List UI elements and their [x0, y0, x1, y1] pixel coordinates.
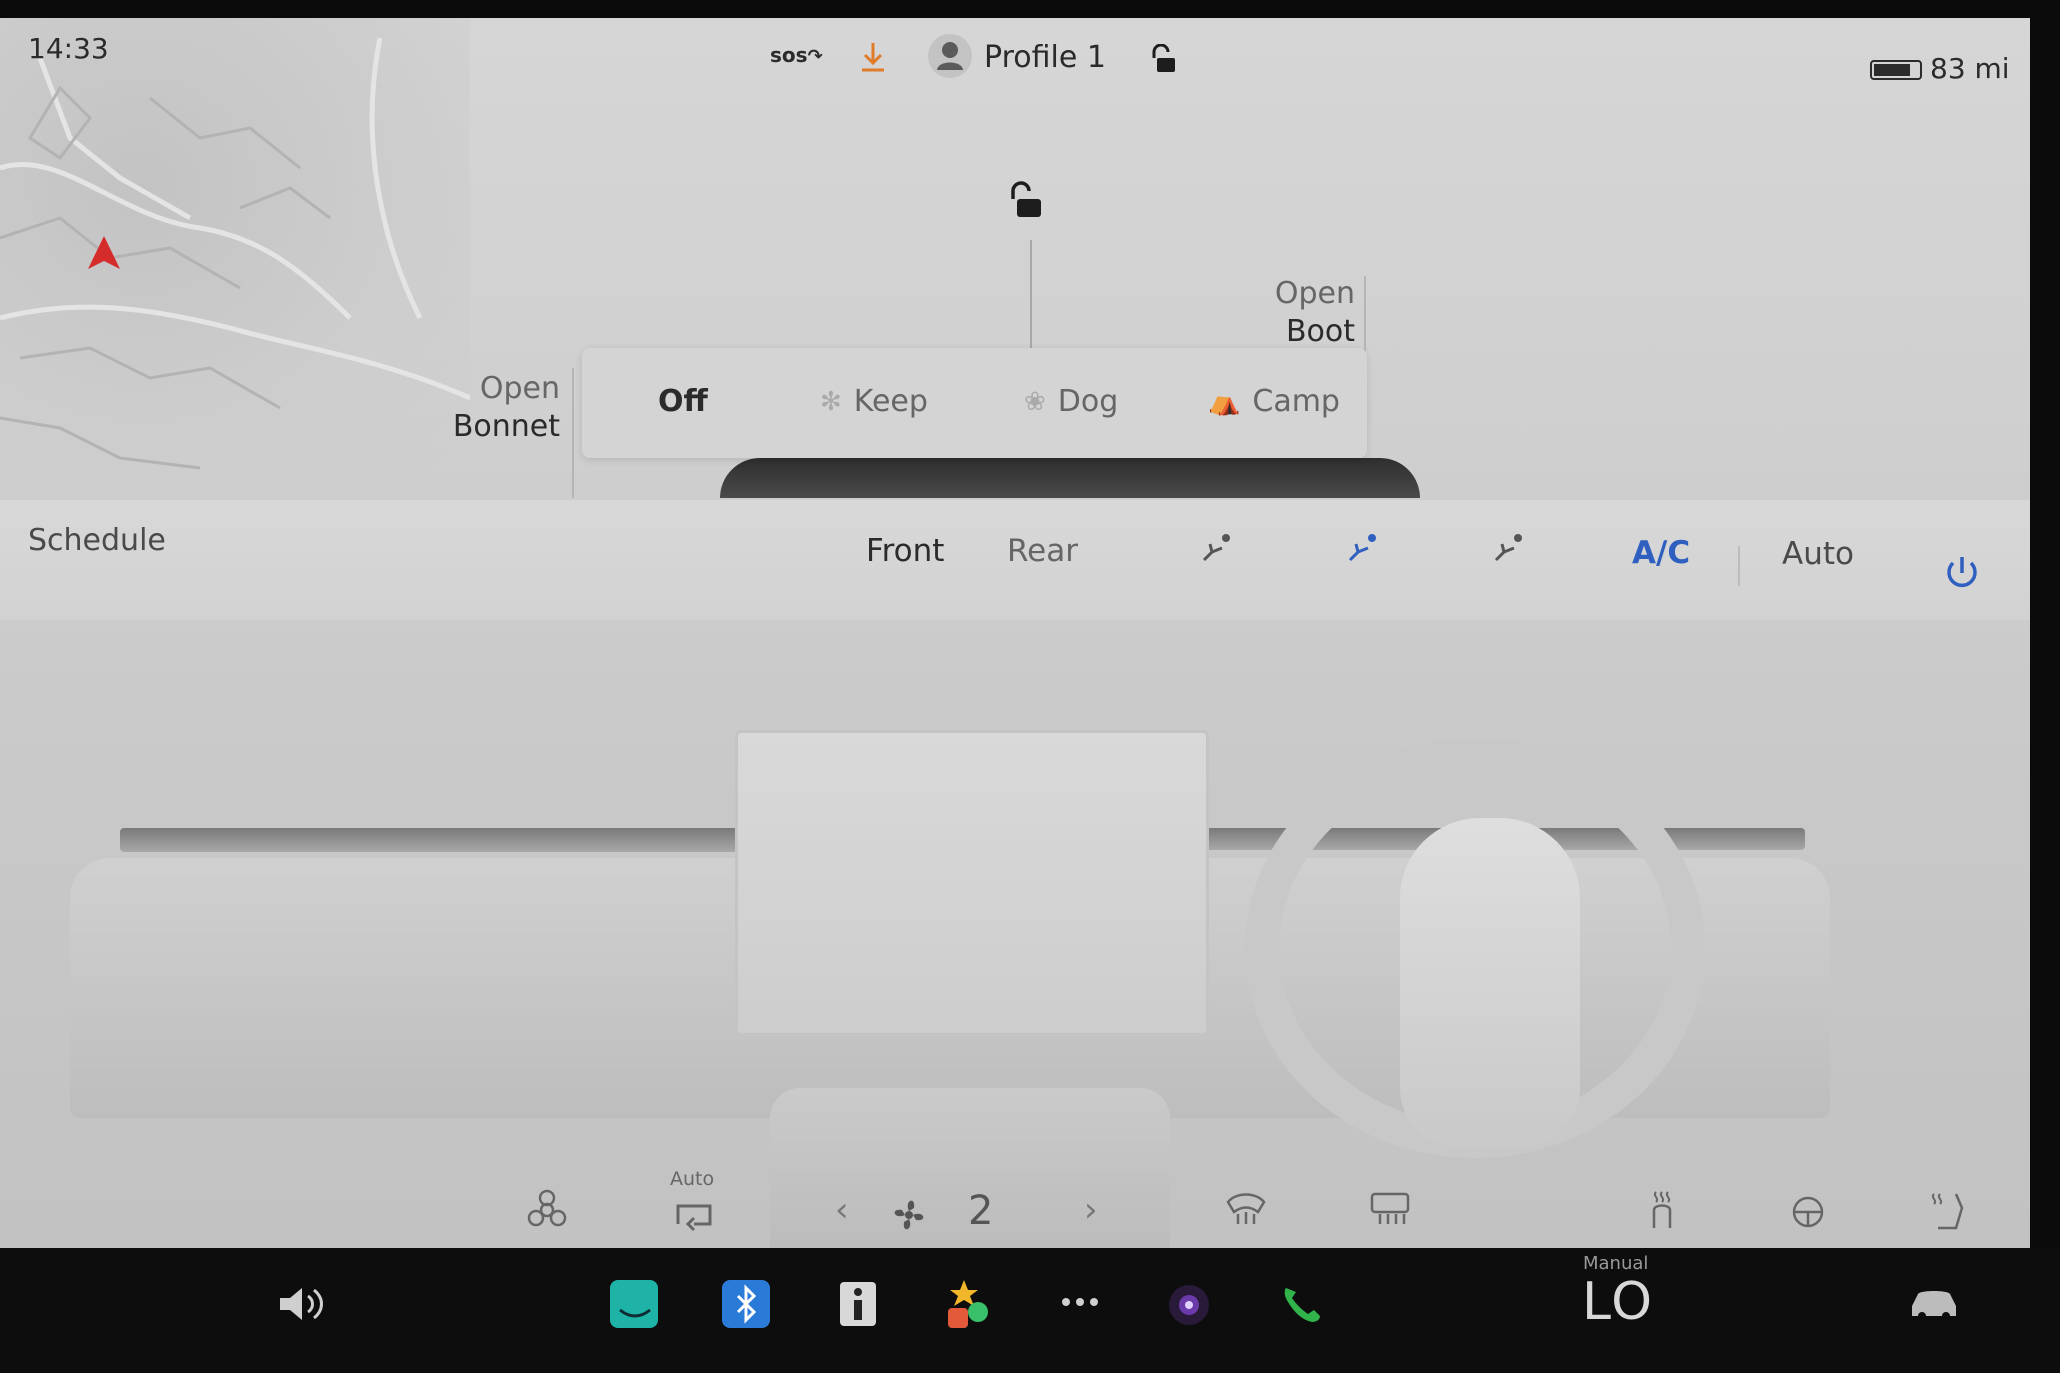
sos-icon[interactable]: sos↷ [770, 43, 823, 67]
tent-icon: ⛺ [1208, 386, 1241, 417]
bluetooth-icon[interactable] [722, 1280, 770, 1328]
open-bonnet-line2: Bonnet [452, 409, 560, 444]
tab-front[interactable]: Front [866, 533, 944, 569]
recirculation-auto-label: Auto [670, 1168, 715, 1190]
profile-name[interactable]: Profile 1 [984, 40, 1106, 75]
recirculation-icon[interactable] [672, 1198, 716, 1234]
tab-rear[interactable]: Rear [1007, 533, 1078, 569]
volume-icon[interactable] [276, 1284, 328, 1324]
clock: 14:33 [28, 32, 109, 65]
schedule-button[interactable]: Schedule [28, 523, 166, 558]
car-icon[interactable] [1906, 1282, 1962, 1322]
car-lock-icon[interactable] [1005, 181, 1047, 225]
mode-keep-label: Keep [853, 384, 928, 419]
open-boot-button[interactable]: Open Boot [1220, 275, 1355, 351]
camera-icon[interactable] [1166, 1282, 1212, 1328]
open-boot-line1: Open [1274, 276, 1355, 311]
temperature-value[interactable]: LO [1582, 1272, 1654, 1332]
range-readout: 83 mi [1930, 52, 2010, 85]
heated-seat-left-icon[interactable] [1640, 1188, 1684, 1232]
climate-screen: 14:33 sos↷ Profile 1 83 mi Open Bonnet O… [0, 18, 2030, 1248]
mode-camp[interactable]: ⛺ Camp [1208, 384, 1340, 419]
battery-icon [1870, 60, 1922, 80]
mode-dog-label: Dog [1057, 384, 1119, 419]
heated-steering-wheel-icon[interactable] [1786, 1188, 1830, 1232]
biohazard-defense-icon[interactable] [525, 1188, 569, 1232]
open-boot-line2: Boot [1285, 314, 1355, 349]
paw-icon: ❀ [1024, 386, 1046, 417]
airflow-screen-icon[interactable] [1490, 530, 1530, 570]
manual-info-icon[interactable] [834, 1280, 882, 1328]
steering-hub-illustration [1400, 818, 1580, 1148]
power-icon[interactable] [1942, 553, 1982, 593]
front-defrost-icon[interactable] [1224, 1188, 1268, 1228]
bonnet-divider [572, 368, 574, 498]
climate-controls-row [0, 1158, 2030, 1248]
phone-icon[interactable] [1278, 1282, 1324, 1328]
airflow-face-icon[interactable] [1198, 530, 1238, 570]
heated-seat-right-icon[interactable] [1928, 1188, 1972, 1232]
fan-speed-value: 2 [968, 1188, 994, 1234]
navigation-arrow-icon [88, 236, 120, 269]
more-apps-icon[interactable] [1056, 1290, 1104, 1314]
car-roof [720, 458, 1420, 498]
open-bonnet-line1: Open [479, 371, 560, 406]
fan-icon [894, 1200, 924, 1230]
download-icon[interactable] [858, 40, 888, 74]
mode-camp-label: Camp [1252, 384, 1340, 419]
auto-climate-button[interactable]: Auto [1782, 536, 1854, 572]
unlock-icon[interactable] [1148, 44, 1180, 76]
sos-label: sos [770, 43, 808, 67]
open-bonnet-button[interactable]: Open Bonnet [420, 370, 560, 446]
mode-off[interactable]: Off [658, 384, 708, 419]
center-display-illustration [735, 730, 1209, 1036]
header-divider [1738, 546, 1740, 586]
fan-increase-chevron-icon[interactable]: › [1084, 1190, 1098, 1230]
rear-defrost-icon[interactable] [1368, 1188, 1412, 1228]
climate-mode-bar: Off ✻ Keep ❀ Dog ⛺ Camp [582, 348, 1367, 458]
mode-dog[interactable]: ❀ Dog [1024, 384, 1118, 419]
profile-avatar-icon[interactable] [928, 34, 972, 78]
fan-small-icon: ✻ [820, 386, 842, 417]
fan-decrease-chevron-icon[interactable]: ‹ [835, 1190, 849, 1230]
airflow-feet-icon[interactable] [1344, 530, 1384, 570]
mode-keep[interactable]: ✻ Keep [820, 384, 928, 419]
ac-button[interactable]: A/C [1632, 535, 1690, 571]
mode-off-label: Off [658, 384, 708, 419]
amazon-music-icon[interactable] [610, 1280, 658, 1328]
toybox-icon[interactable] [944, 1278, 996, 1330]
status-bar: 14:33 sos↷ Profile 1 83 mi [0, 18, 2030, 98]
left-air-vent[interactable] [120, 828, 740, 852]
temperature-mode-label: Manual [1583, 1253, 1649, 1274]
